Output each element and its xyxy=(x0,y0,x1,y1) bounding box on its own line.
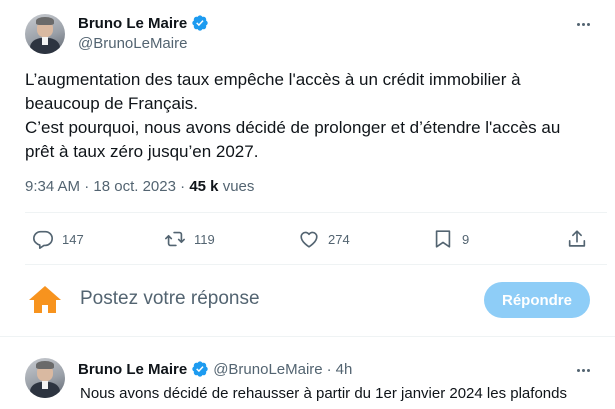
reply-icon xyxy=(33,230,53,249)
next-tweet-avatar[interactable] xyxy=(25,358,65,398)
repost-icon xyxy=(165,231,185,247)
bookmark-count: 9 xyxy=(462,231,470,247)
divider xyxy=(25,212,607,213)
views-label: vues xyxy=(222,178,255,195)
reply-action[interactable]: 147 xyxy=(32,228,84,250)
meta-separator: · xyxy=(84,178,90,195)
tweet-text-line: L’augmentation des taux empêche l'accès … xyxy=(25,70,521,89)
author-avatar[interactable] xyxy=(25,14,65,54)
bookmark-icon xyxy=(435,230,451,248)
meta-separator: · xyxy=(180,178,186,195)
verified-badge-icon xyxy=(192,361,208,377)
section-divider xyxy=(0,336,615,337)
meta-separator: · xyxy=(326,360,332,378)
next-tweet-text: Nous avons décidé de rehausser à partir … xyxy=(80,385,567,402)
views-count: 45 k xyxy=(189,178,219,195)
reply-input[interactable]: Postez votre réponse xyxy=(80,288,260,310)
verified-badge-icon xyxy=(192,15,208,31)
divider xyxy=(25,264,607,265)
author-handle[interactable]: @BrunoLeMaire xyxy=(78,35,187,52)
repost-count: 119 xyxy=(194,231,215,247)
next-tweet-age[interactable]: 4h xyxy=(336,361,353,378)
next-tweet-handle[interactable]: @BrunoLeMaire xyxy=(213,361,322,378)
reply-submit-button[interactable]: Répondre xyxy=(484,282,590,318)
home-avatar-icon xyxy=(29,286,61,313)
more-options-icon[interactable] xyxy=(571,14,595,34)
bookmark-action[interactable]: 9 xyxy=(432,228,469,250)
next-tweet-header: Bruno Le Maire @BrunoLeMaire · 4h xyxy=(78,360,352,378)
like-count: 274 xyxy=(328,231,350,247)
next-tweet-more-options-icon[interactable] xyxy=(571,360,595,380)
tweet-text-line: C’est pourquoi, nous avons décidé de pro… xyxy=(25,118,561,137)
tweet-meta: 9:34 AM · 18 oct. 2023 · 45 k vues xyxy=(25,178,254,195)
author-display-name[interactable]: Bruno Le Maire xyxy=(78,15,187,32)
share-action[interactable] xyxy=(566,228,588,250)
author-name-row: Bruno Le Maire xyxy=(78,14,209,32)
tweet-text-line: beaucoup de Français. xyxy=(25,94,198,113)
user-avatar[interactable] xyxy=(25,280,65,320)
tweet-date[interactable]: 18 oct. 2023 xyxy=(93,178,176,195)
tweet-time[interactable]: 9:34 AM xyxy=(25,178,80,195)
repost-action[interactable]: 119 xyxy=(164,228,215,250)
reply-count: 147 xyxy=(62,231,84,247)
heart-icon xyxy=(300,231,318,248)
tweet-text: L’augmentation des taux empêche l'accès … xyxy=(25,68,595,164)
tweet-text-line: prêt à taux zéro jusqu’en 2027. xyxy=(25,142,259,161)
share-icon xyxy=(568,230,586,247)
next-tweet-display-name[interactable]: Bruno Le Maire xyxy=(78,361,187,378)
like-action[interactable]: 274 xyxy=(298,228,350,250)
